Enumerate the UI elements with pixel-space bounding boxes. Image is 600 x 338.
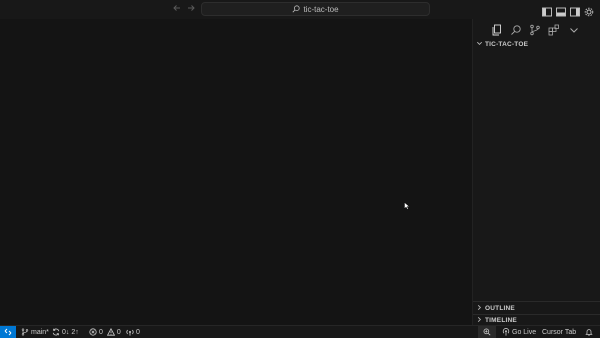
- timeline-title: TIMELINE: [485, 316, 517, 324]
- warning-count: 0: [116, 328, 121, 336]
- toggle-primary-sidebar-icon[interactable]: [542, 4, 552, 17]
- mouse-pointer-icon: [404, 197, 410, 210]
- problems-status[interactable]: 0 0: [89, 326, 121, 338]
- search-icon: [292, 5, 301, 13]
- cursor-tab-button[interactable]: Cursor Tab: [542, 326, 576, 338]
- branch-icon: [21, 328, 29, 336]
- sidebar: TIC-TAC-TOE OUTLINE TIMELINE: [472, 19, 600, 325]
- more-chevron-icon[interactable]: [568, 23, 580, 35]
- remote-indicator[interactable]: [0, 326, 16, 338]
- outline-title: OUTLINE: [485, 304, 515, 312]
- command-center-search[interactable]: tic-tac-toe: [201, 2, 430, 16]
- ports-status[interactable]: 0: [126, 326, 140, 338]
- error-icon: [89, 328, 97, 336]
- error-count: 0: [99, 328, 103, 336]
- extensions-icon[interactable]: [548, 23, 560, 36]
- sync-counts: 0↓ 2↑: [62, 328, 79, 336]
- cursor-tab-label: Cursor Tab: [542, 328, 577, 336]
- search-label: tic-tac-toe: [303, 4, 339, 14]
- go-live-label: Go Live: [512, 328, 537, 336]
- sync-status[interactable]: 0↓ 2↑: [52, 326, 79, 338]
- bell-icon[interactable]: [585, 326, 595, 338]
- toggle-panel-icon[interactable]: [556, 4, 566, 17]
- source-control-icon[interactable]: [529, 23, 541, 36]
- broadcast-icon: [502, 328, 510, 336]
- chevron-right-icon: [475, 316, 483, 325]
- customize-layout-icon[interactable]: [584, 4, 594, 17]
- ports-icon: [126, 329, 134, 336]
- sidebar-tabs: [473, 19, 600, 39]
- toggle-secondary-sidebar-icon[interactable]: [570, 4, 580, 17]
- ports-count: 0: [136, 328, 140, 336]
- sync-icon: [52, 328, 60, 336]
- warning-icon: [106, 328, 115, 336]
- outline-header[interactable]: OUTLINE: [473, 302, 600, 314]
- explorer-folder-header[interactable]: TIC-TAC-TOE: [473, 38, 600, 50]
- go-live-button[interactable]: Go Live: [502, 326, 536, 338]
- arrow-right-icon[interactable]: [185, 3, 197, 15]
- title-bar: tic-tac-toe: [0, 0, 600, 19]
- branch-status[interactable]: main*: [21, 326, 49, 338]
- chevron-right-icon: [475, 304, 483, 313]
- chevron-down-icon: [475, 40, 483, 49]
- folder-title: TIC-TAC-TOE: [485, 40, 529, 48]
- branch-name: main*: [31, 328, 49, 336]
- zoom-icon[interactable]: [478, 326, 496, 338]
- arrow-left-icon[interactable]: [171, 3, 183, 15]
- explorer-icon[interactable]: [491, 23, 503, 36]
- status-bar: main* 0↓ 2↑ 0 0 0 Go Live Cursor Tab: [0, 325, 600, 338]
- search-icon[interactable]: [510, 23, 522, 35]
- editor-area[interactable]: [0, 19, 472, 325]
- remote-icon: [4, 328, 12, 336]
